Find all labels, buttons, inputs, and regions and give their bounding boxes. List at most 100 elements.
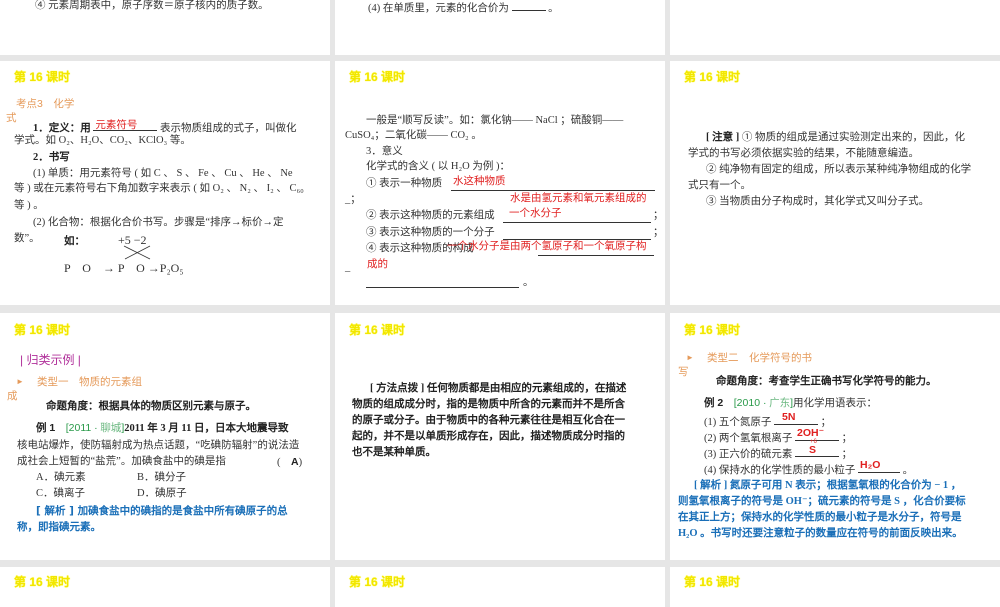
slide-top-left[interactable]: ④ 元素周期表中，原子序数＝原子核内的质子数。 [0,0,330,55]
note-line-2: 学式的书写必须依据实验的结果，不能随意编造。 [688,148,919,159]
section-label: | 归类示例 | [20,353,81,367]
note-line-1: [ 注意 ] ① 物质的组成是通过实验测定出来的，因此，化 [706,131,965,145]
method-label: [ 方法点拨 ] [370,383,425,394]
option-a: A．碘元素 [36,472,86,483]
definition-text: 表示物质组成的式子，叫做化 [160,123,297,134]
triangle-bullet-icon: ► [16,377,24,386]
punctuation: ； [653,227,664,238]
meaning-intro: 化学式的含义 ( 以 H₂O 为例 )： [366,161,510,172]
meaning-heading: 3．意义 [366,146,403,157]
slide-text: (4) 在单质里，元素的化合价为 。 [368,0,559,16]
slide-example-1[interactable]: 第 16 课时 | 归类示例 | ► 类型一 物质的元素组 成 命题角度：根据具… [0,313,330,560]
lesson-title: 第 16 课时 [349,70,406,84]
answer-blank [538,255,654,256]
note-label: [ 注意 ] [706,132,740,143]
formula-steps: P O → P O →P₂O₅ [64,261,184,275]
option-c: C．碘离子 [36,488,86,499]
question-text: 用化学用语表示： [793,398,878,409]
question-text: (4) 在单质里，元素的化合价为 [368,3,509,14]
answer-blank: S +6 [795,439,839,457]
slide-chemical-formula[interactable]: 第 16 课时 考点3 化学 式 1．定义：用 元素符号 表示物质组成的式子，叫… [0,61,330,305]
slide-example-2[interactable]: 第 16 课时 ► 类型二 化学符号的书 写 命题角度：考查学生正确书写化学符号… [670,313,1000,560]
compound-line-1: (2) 化合物：根据化合价书写。步骤是“排序→标价→定 [33,217,284,228]
type-heading-wrap: 写 [678,366,689,378]
question-line-2: 核电站爆炸，使防辐射成为热点话题，“吃碘防辐射”的说法造 [17,440,300,451]
method-line-5: 也不是某种单质。 [352,447,436,458]
punctuation: 。 [902,465,914,476]
element-line-1: (1) 单质：用元素符号 ( 如 C 、 S 、 Fe 、 Cu 、 He 、 … [33,168,293,179]
source-place: 聊城 [100,422,122,434]
line-end: _ [345,262,351,273]
lesson-title: 第 16 课时 [14,575,71,589]
analysis-line-1: [ 解析 ] 氮原子可用 N 表示；根据氢氧根的化合价为 − 1 ， [694,480,962,491]
question-text: (2) 两个氢氧根离子 [704,433,793,444]
method-text: 任何物质都是由相应的元素组成的，在描述 [426,383,627,394]
note-line-4: 式只有一个。 [688,180,751,191]
sub-question-4: (4) 保持水的化学性质的最小粒子 H₂O 。 [704,459,914,478]
option-b: B．碘分子 [137,472,187,483]
source-year: [2011 · [65,422,98,434]
meaning-item-2: ② 表示这种物质的元素组成 [366,210,495,221]
slide-bottom-middle[interactable]: 第 16 课时 [335,567,665,607]
punctuation: ； [841,433,853,444]
slide-top-middle[interactable]: (4) 在单质里，元素的化合价为 。 [335,0,665,55]
slide-formula-meaning[interactable]: 第 16 课时 一般是“顺写反读”。如：氯化钠—— NaCl ；硫酸铜—— Cu… [335,61,665,305]
answer-text: A [291,456,299,468]
paren: ) [298,457,303,468]
punctuation: 。 [548,3,559,14]
example-label: 如： [64,236,85,247]
slide-bottom-left[interactable]: 第 16 课时 [0,567,330,607]
lesson-title: 第 16 课时 [349,575,406,589]
note-text: ① 物质的组成是通过实验测定出来的，因此，化 [741,132,965,143]
meaning-item-3: ③ 表示这种物质的一个分子 [366,227,495,238]
slide-note[interactable]: 第 16 课时 [ 注意 ] ① 物质的组成是通过实验测定出来的，因此，化 学式… [670,61,1000,305]
punctuation: ； [653,210,664,221]
answer-blank [366,287,519,288]
option-d: D．碘原子 [137,488,187,499]
answer-text: 一个水分子是由两个氢原子和一个氧原子构 [447,240,647,252]
sub-question-3: (3) 正六价的硫元素 S +6 ； [704,439,852,462]
line-end: _； [345,194,361,205]
answer-blank: 元素符号 [93,119,158,131]
answer-blank: 2OH⁻ [795,427,839,441]
lesson-title: 第 16 课时 [684,575,741,589]
punctuation: 。 [523,277,534,288]
writing-heading: 2．书写 [33,152,70,163]
analysis-line-2: 称，即指碘元素。 [17,521,101,533]
lesson-title: 第 16 课时 [684,70,741,84]
lesson-title: 第 16 课时 [14,70,71,84]
lesson-title: 第 16 课时 [14,323,71,337]
definition-line-2: 学式。如 O₂、H₂O、CO₂、KClO₃ 等。 [14,135,191,146]
question-angle: 命题角度：根据具体的物质区别元素与原子。 [46,401,256,412]
section-heading-wrap: 式 [6,112,17,124]
answer-blank [503,222,651,223]
method-line-1: [ 方法点拨 ] 任何物质都是由相应的元素组成的，在描述 [370,382,626,396]
question-angle: 命题角度：考查学生正确书写化学符号的能力。 [716,376,937,387]
slide-bottom-right[interactable]: 第 16 课时 [670,567,1000,607]
compound-line-2: 数”。 [14,233,40,244]
answer-text: 水是由氢元素和氧元素组成的 [510,192,647,204]
slide-method[interactable]: 第 16 课时 [ 方法点拨 ] 任何物质都是由相应的元素组成的，在描述 物质的… [335,313,665,560]
triangle-bullet-icon: ► [686,353,694,362]
source-year: [2010 · [733,397,767,409]
note-line-3: ② 纯净物有固定的组成，所以表示某种纯净物组成的化学 [706,164,972,175]
answer-blank [511,0,546,11]
answer-text: 一个水分子 [509,207,562,219]
answer-blank: 5N [774,411,818,425]
example-label: 例 1 [36,422,56,434]
answer-text: 元素符号 [95,119,138,131]
type-heading: 类型一 物质的元素组 [37,376,142,388]
lesson-title: 第 16 课时 [684,323,741,337]
question-text: 2011 年 3 月 11 日，日本大地震导致 [124,423,289,434]
method-line-3: 的原子或分子。由于物质中的各种元素往往是相互化合在一 [352,415,625,426]
section-heading: 考点3 化学 [16,98,75,110]
slide-text: ④ 元素周期表中，原子序数＝原子核内的质子数。 [35,0,269,11]
paren: ( [277,457,281,468]
slide-top-right[interactable] [670,0,1000,55]
answer-blank: H₂O [858,459,900,473]
element-line-3: 等 ) 。 [14,200,44,211]
question-line-1: 例 1 [2011 · 聊城]2011 年 3 月 11 日，日本大地震导致 [36,421,288,436]
element-line-2: 等 ) 或在元素符号右下角加数字来表示 ( 如 O₂ 、 N₂ 、 I₂ 、 C… [14,183,304,194]
cross-arrows-icon [123,245,151,260]
note-line-5: ③ 当物质由分子构成时，其化学式又叫分子式。 [706,196,930,207]
